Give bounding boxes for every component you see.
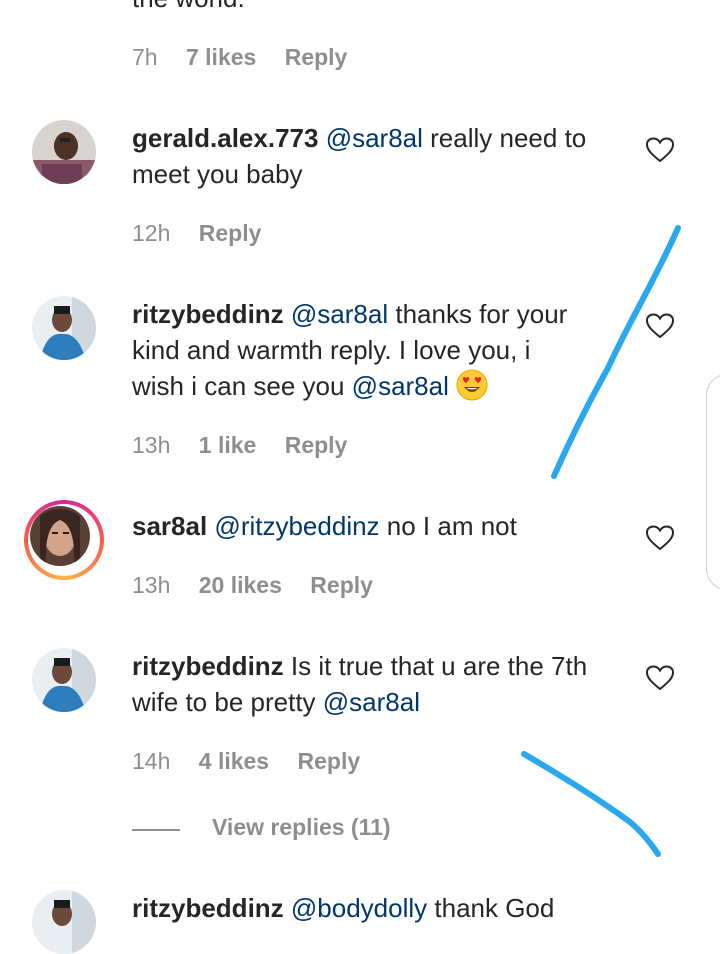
avatar-image: [32, 890, 96, 954]
comment-time: 13h: [132, 432, 171, 458]
comment-text: ritzybeddinz Is it true that u are the 7…: [132, 648, 622, 720]
comment-meta: 13h 1 like Reply: [132, 432, 369, 459]
comment-time: 12h: [132, 220, 171, 246]
comment-meta: 7h 7 likes Reply: [132, 44, 369, 71]
likes-count[interactable]: 7 likes: [186, 44, 256, 71]
comment-meta: 14h 4 likes Reply: [132, 748, 382, 775]
username[interactable]: gerald.alex.773: [132, 123, 318, 153]
avatar[interactable]: [32, 648, 96, 712]
avatar-image: [32, 120, 96, 184]
comment-text: sar8al @ritzybeddinz no I am not: [132, 508, 622, 544]
comment-text: gerald.alex.773 @sar8al really need to m…: [132, 120, 622, 192]
divider-line: [132, 829, 180, 831]
story-ring-avatar[interactable]: [24, 500, 104, 580]
reply-button[interactable]: Reply: [285, 44, 348, 71]
avatar[interactable]: [32, 890, 96, 954]
likes-count[interactable]: 1 like: [199, 432, 257, 459]
username[interactable]: ritzybeddinz: [132, 299, 284, 329]
comment-text-tail: the world.: [132, 0, 245, 13]
username[interactable]: ritzybeddinz: [132, 651, 284, 681]
comment-text-part: wish i can see you: [132, 371, 352, 401]
comment-text: the world.: [132, 0, 622, 16]
comment-text-part: no I am not: [379, 511, 517, 541]
reply-button[interactable]: Reply: [310, 572, 373, 599]
heart-outline-icon[interactable]: [646, 313, 674, 339]
view-replies-row[interactable]: View replies (11): [132, 814, 452, 844]
comment-meta: 13h 20 likes Reply: [132, 572, 395, 599]
avatar-image: [30, 506, 90, 566]
heart-eyes-emoji-icon: [456, 369, 488, 401]
likes-count[interactable]: 20 likes: [199, 572, 282, 599]
mention-link[interactable]: @sar8al: [291, 299, 388, 329]
comment-text-part: Is it true that u are the 7th: [283, 651, 588, 681]
avatar-image: [32, 296, 96, 360]
comment-text-part: meet you baby: [132, 159, 303, 189]
heart-outline-icon[interactable]: [646, 137, 674, 163]
comment-time: 7h: [132, 44, 158, 70]
mention-link[interactable]: @ritzybeddinz: [214, 511, 379, 541]
mention-link[interactable]: @sar8al: [352, 371, 449, 401]
mention-link[interactable]: @bodydolly: [291, 893, 427, 923]
comment-text-part: really need to: [422, 123, 587, 153]
mention-link[interactable]: @sar8al: [326, 123, 423, 153]
avatar: [30, 506, 90, 566]
comment-text: ritzybeddinz @bodydolly thank God: [132, 890, 622, 926]
comment-time: 14h: [132, 748, 171, 774]
scribble-line-lower: [521, 751, 661, 857]
mention-link[interactable]: @sar8al: [323, 687, 420, 717]
likes-count[interactable]: 4 likes: [199, 748, 269, 775]
comment-text-part: kind and warmth reply. I love you, i: [132, 335, 531, 365]
view-replies-button[interactable]: View replies (11): [212, 814, 391, 841]
username[interactable]: ritzybeddinz: [132, 893, 284, 923]
comment-time: 13h: [132, 572, 171, 598]
reply-button[interactable]: Reply: [199, 220, 262, 247]
reply-button[interactable]: Reply: [298, 748, 361, 775]
comment-meta: 12h Reply: [132, 220, 283, 247]
username[interactable]: sar8al: [132, 511, 207, 541]
side-panel-edge: [706, 374, 720, 590]
reply-button[interactable]: Reply: [285, 432, 348, 459]
comment-text-part: thank God: [427, 893, 555, 923]
avatar-image: [32, 648, 96, 712]
heart-outline-icon[interactable]: [646, 665, 674, 691]
comment-text-part: thanks for your: [388, 299, 568, 329]
comment-text: ritzybeddinz @sar8al thanks for your kin…: [132, 296, 622, 404]
avatar[interactable]: [32, 296, 96, 360]
avatar[interactable]: [32, 120, 96, 184]
comment-text-part: wife to be pretty: [132, 687, 323, 717]
heart-outline-icon[interactable]: [646, 525, 674, 551]
